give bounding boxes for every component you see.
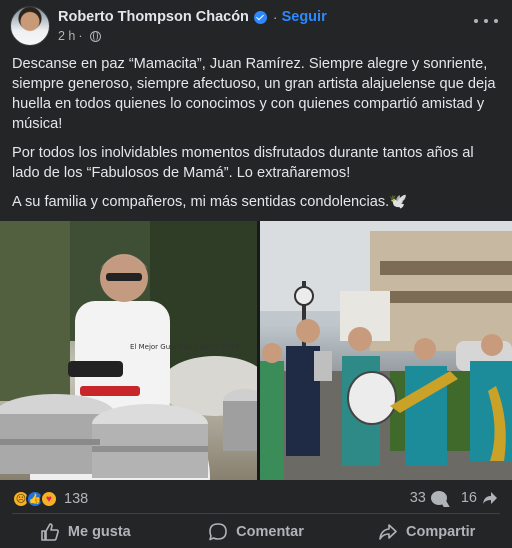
action-bar: Me gusta Comentar Compartir xyxy=(0,516,512,548)
post-text: Descanse en paz “Mamacita”, Juan Ramírez… xyxy=(12,54,504,221)
more-dot-icon xyxy=(494,19,498,23)
reaction-count: 138 xyxy=(64,491,89,507)
verified-badge-icon xyxy=(253,10,267,24)
photo-band[interactable] xyxy=(260,221,512,480)
post-paragraph: Descanse en paz “Mamacita”, Juan Ramírez… xyxy=(12,56,496,132)
author-name[interactable]: Roberto Thompson Chacón xyxy=(58,9,249,25)
share-button[interactable]: Compartir xyxy=(341,516,512,548)
globe-icon[interactable] xyxy=(89,30,101,42)
like-button[interactable]: Me gusta xyxy=(0,516,171,548)
post-time[interactable]: 2 h xyxy=(58,29,75,43)
comment-outline-icon xyxy=(209,523,227,541)
care-face-icon: ♥ xyxy=(40,490,58,508)
musician-scene: El Mejor Guardián Infantil 2020 xyxy=(0,221,257,480)
band-scene xyxy=(260,221,512,480)
photo-musician[interactable]: El Mejor Guardián Infantil 2020 xyxy=(0,221,257,480)
share-count[interactable]: 16 xyxy=(461,490,477,506)
post-stats: ☹ 👍 ♥ 138 33 16 xyxy=(0,486,512,514)
comment-button[interactable]: Comentar xyxy=(171,516,342,548)
comment-count[interactable]: 33 xyxy=(410,490,426,506)
divider xyxy=(12,513,500,514)
more-dot-icon xyxy=(474,19,478,23)
post-paragraph: Por todos los inolvidables momentos disf… xyxy=(12,145,474,181)
more-dot-icon xyxy=(484,19,488,23)
post-paragraph: A su familia y compañeros, mi más sentid… xyxy=(12,194,408,210)
more-options-icon[interactable] xyxy=(474,12,498,30)
thumbs-up-outline-icon xyxy=(41,523,59,541)
comment-bubble-icon xyxy=(430,491,447,505)
author-row: Roberto Thompson Chacón · Seguir xyxy=(58,8,327,26)
follow-button[interactable]: Seguir xyxy=(282,9,327,25)
author-avatar[interactable] xyxy=(10,6,50,46)
shirt-text: El Mejor Guardián Infantil 2020 xyxy=(130,343,239,351)
photo-grid: El Mejor Guardián Infantil 2020 xyxy=(0,221,512,480)
comment-label: Comentar xyxy=(236,524,304,540)
share-outline-icon xyxy=(379,524,397,540)
post-meta: 2 h · xyxy=(58,28,101,44)
meta-separator: · xyxy=(78,29,83,43)
separator-dot: · xyxy=(272,9,278,25)
like-label: Me gusta xyxy=(67,524,131,540)
reactions-summary[interactable]: ☹ 👍 ♥ 138 xyxy=(12,490,88,508)
share-label: Compartir xyxy=(406,524,476,540)
share-arrow-icon xyxy=(483,492,497,504)
engagement-counts: 33 16 xyxy=(410,490,498,506)
post-header: Roberto Thompson Chacón · Seguir 2 h · xyxy=(0,0,512,52)
